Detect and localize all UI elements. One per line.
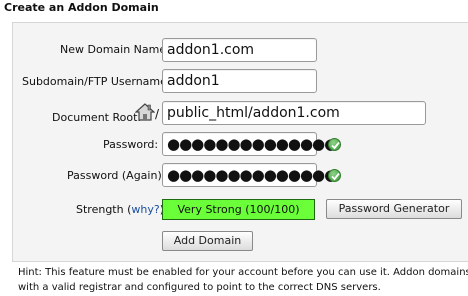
add-domain-button[interactable]: Add Domain xyxy=(162,231,253,251)
subdomain-label: Subdomain/FTP Username: xyxy=(22,75,171,88)
subdomain-input[interactable]: addon1 xyxy=(162,69,317,93)
addon-domain-page: Create an Addon Domain New Domain Name: … xyxy=(0,0,468,296)
hint-line-1: Hint: This feature must be enabled for y… xyxy=(18,267,468,278)
password-again-input[interactable]: ●●●●●●●●●●●●●● xyxy=(162,163,337,187)
password-label: Password: xyxy=(103,138,159,151)
path-separator: / xyxy=(155,107,160,121)
strength-meter: Very Strong (100/100) xyxy=(162,199,315,220)
password-input[interactable]: ●●●●●●●●●●●●●● xyxy=(162,132,337,156)
document-root-label: Document Root: xyxy=(52,111,142,124)
password-again-label: Password (Again): xyxy=(67,169,166,182)
new-domain-label: New Domain Name: xyxy=(60,43,170,56)
hint-line-2: with a valid registrar and configured to… xyxy=(18,282,381,293)
hint-text: Hint: This feature must be enabled for y… xyxy=(18,265,468,295)
new-domain-input[interactable]: addon1.com xyxy=(162,38,317,62)
check-icon xyxy=(328,138,341,151)
page-title: Create an Addon Domain xyxy=(4,1,159,14)
strength-label-text: Strength xyxy=(76,203,124,216)
check-icon xyxy=(328,169,341,182)
password-generator-button[interactable]: Password Generator xyxy=(326,199,462,219)
document-root-input[interactable]: public_html/addon1.com xyxy=(162,101,426,125)
home-icon xyxy=(134,102,156,122)
strength-label: Strength (why?): xyxy=(76,203,168,216)
why-link[interactable]: why? xyxy=(131,203,159,216)
